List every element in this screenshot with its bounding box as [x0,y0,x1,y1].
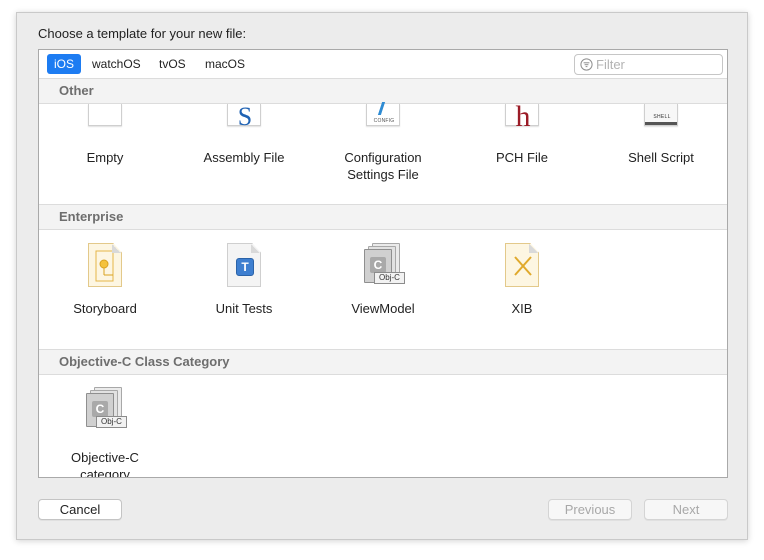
cancel-button[interactable]: Cancel [38,499,122,520]
tab-watchos[interactable]: watchOS [85,54,148,74]
template-storyboard[interactable]: Storyboard [45,243,165,333]
next-button[interactable]: Next [644,499,728,520]
template-label: Unit Tests [215,301,273,316]
template-label: Shell Script [628,150,694,165]
template-unit-tests[interactable]: T Unit Tests [184,243,304,333]
filter-field[interactable] [574,54,723,75]
template-objective-c-category[interactable]: C Obj-C Objective-C category [45,387,165,477]
section-header-enterprise: Enterprise [39,204,727,230]
objc-category-icon: C Obj-C [86,387,127,433]
previous-button[interactable]: Previous [548,499,632,520]
template-xib[interactable]: XIB [462,243,582,333]
shell-script-icon: SHELL [642,104,680,150]
template-pch-file[interactable]: h PCH File [462,100,582,190]
objc-class-icon: C Obj-C [364,243,405,289]
platform-tab-bar: iOS watchOS tvOS macOS [39,50,727,79]
template-assembly-file[interactable]: S Assembly File [184,102,304,190]
new-file-sheet: Choose a template for your new file: iOS… [16,12,748,540]
dialog-title: Choose a template for your new file: [38,26,247,41]
unit-tests-icon: T [225,243,263,289]
template-label: Objective-C category [71,450,139,478]
config-file-icon: CONFIG [364,102,402,150]
tab-tvos[interactable]: tvOS [152,54,193,74]
template-label: XIB [511,301,533,316]
tab-macos[interactable]: macOS [198,54,252,74]
template-label: PCH File [495,150,548,165]
section-header-objc-category: Objective-C Class Category [39,349,727,375]
filter-input[interactable] [596,56,716,73]
template-label: Storyboard [73,301,137,316]
empty-file-icon [86,104,124,150]
template-label: ViewModel [351,301,415,316]
assembly-file-icon: S [225,102,263,150]
pch-file-icon: h [503,100,541,150]
template-label: Empty [86,150,124,165]
filter-icon [580,58,593,71]
template-label: Assembly File [203,150,285,165]
section-header-other: Other [39,78,727,104]
storyboard-icon [86,243,124,289]
template-label: Configuration Settings File [344,150,422,182]
template-viewmodel[interactable]: C Obj-C ViewModel [323,243,443,333]
tab-ios[interactable]: iOS [47,54,82,74]
template-shell-script[interactable]: SHELL Shell Script [601,104,721,190]
xib-icon [503,243,541,289]
template-empty[interactable]: Empty [45,104,165,190]
template-chooser: iOS watchOS tvOS macOS Other Empty [38,49,728,478]
template-configuration-settings-file[interactable]: CONFIG Configuration Settings File [323,102,443,190]
